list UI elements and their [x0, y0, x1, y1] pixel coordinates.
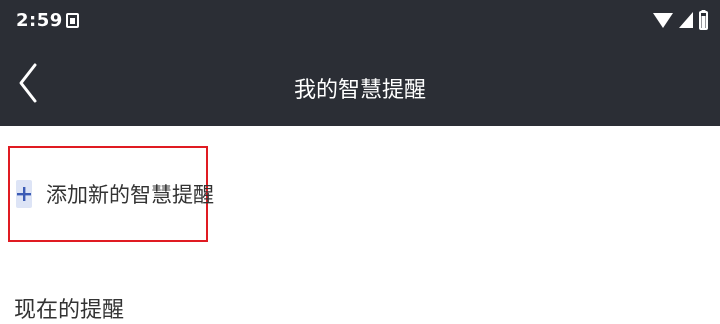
- current-reminders-heading: 现在的提醒: [14, 298, 125, 323]
- add-reminder-label: 添加新的智慧提醒: [46, 183, 214, 207]
- app-bar: 我的智慧提醒: [0, 44, 720, 126]
- battery-icon: [699, 10, 708, 34]
- notification-icon: [66, 13, 79, 28]
- wifi-icon: [653, 11, 673, 33]
- plus-icon: [16, 180, 32, 208]
- page-title: 我的智慧提醒: [293, 78, 426, 103]
- status-icons: [653, 10, 708, 34]
- status-time: 2:59: [16, 10, 63, 31]
- status-bar: 2:59: [0, 0, 720, 44]
- signal-icon: [679, 11, 693, 33]
- add-new-reminder-button[interactable]: 添加新的智慧提醒: [8, 146, 214, 242]
